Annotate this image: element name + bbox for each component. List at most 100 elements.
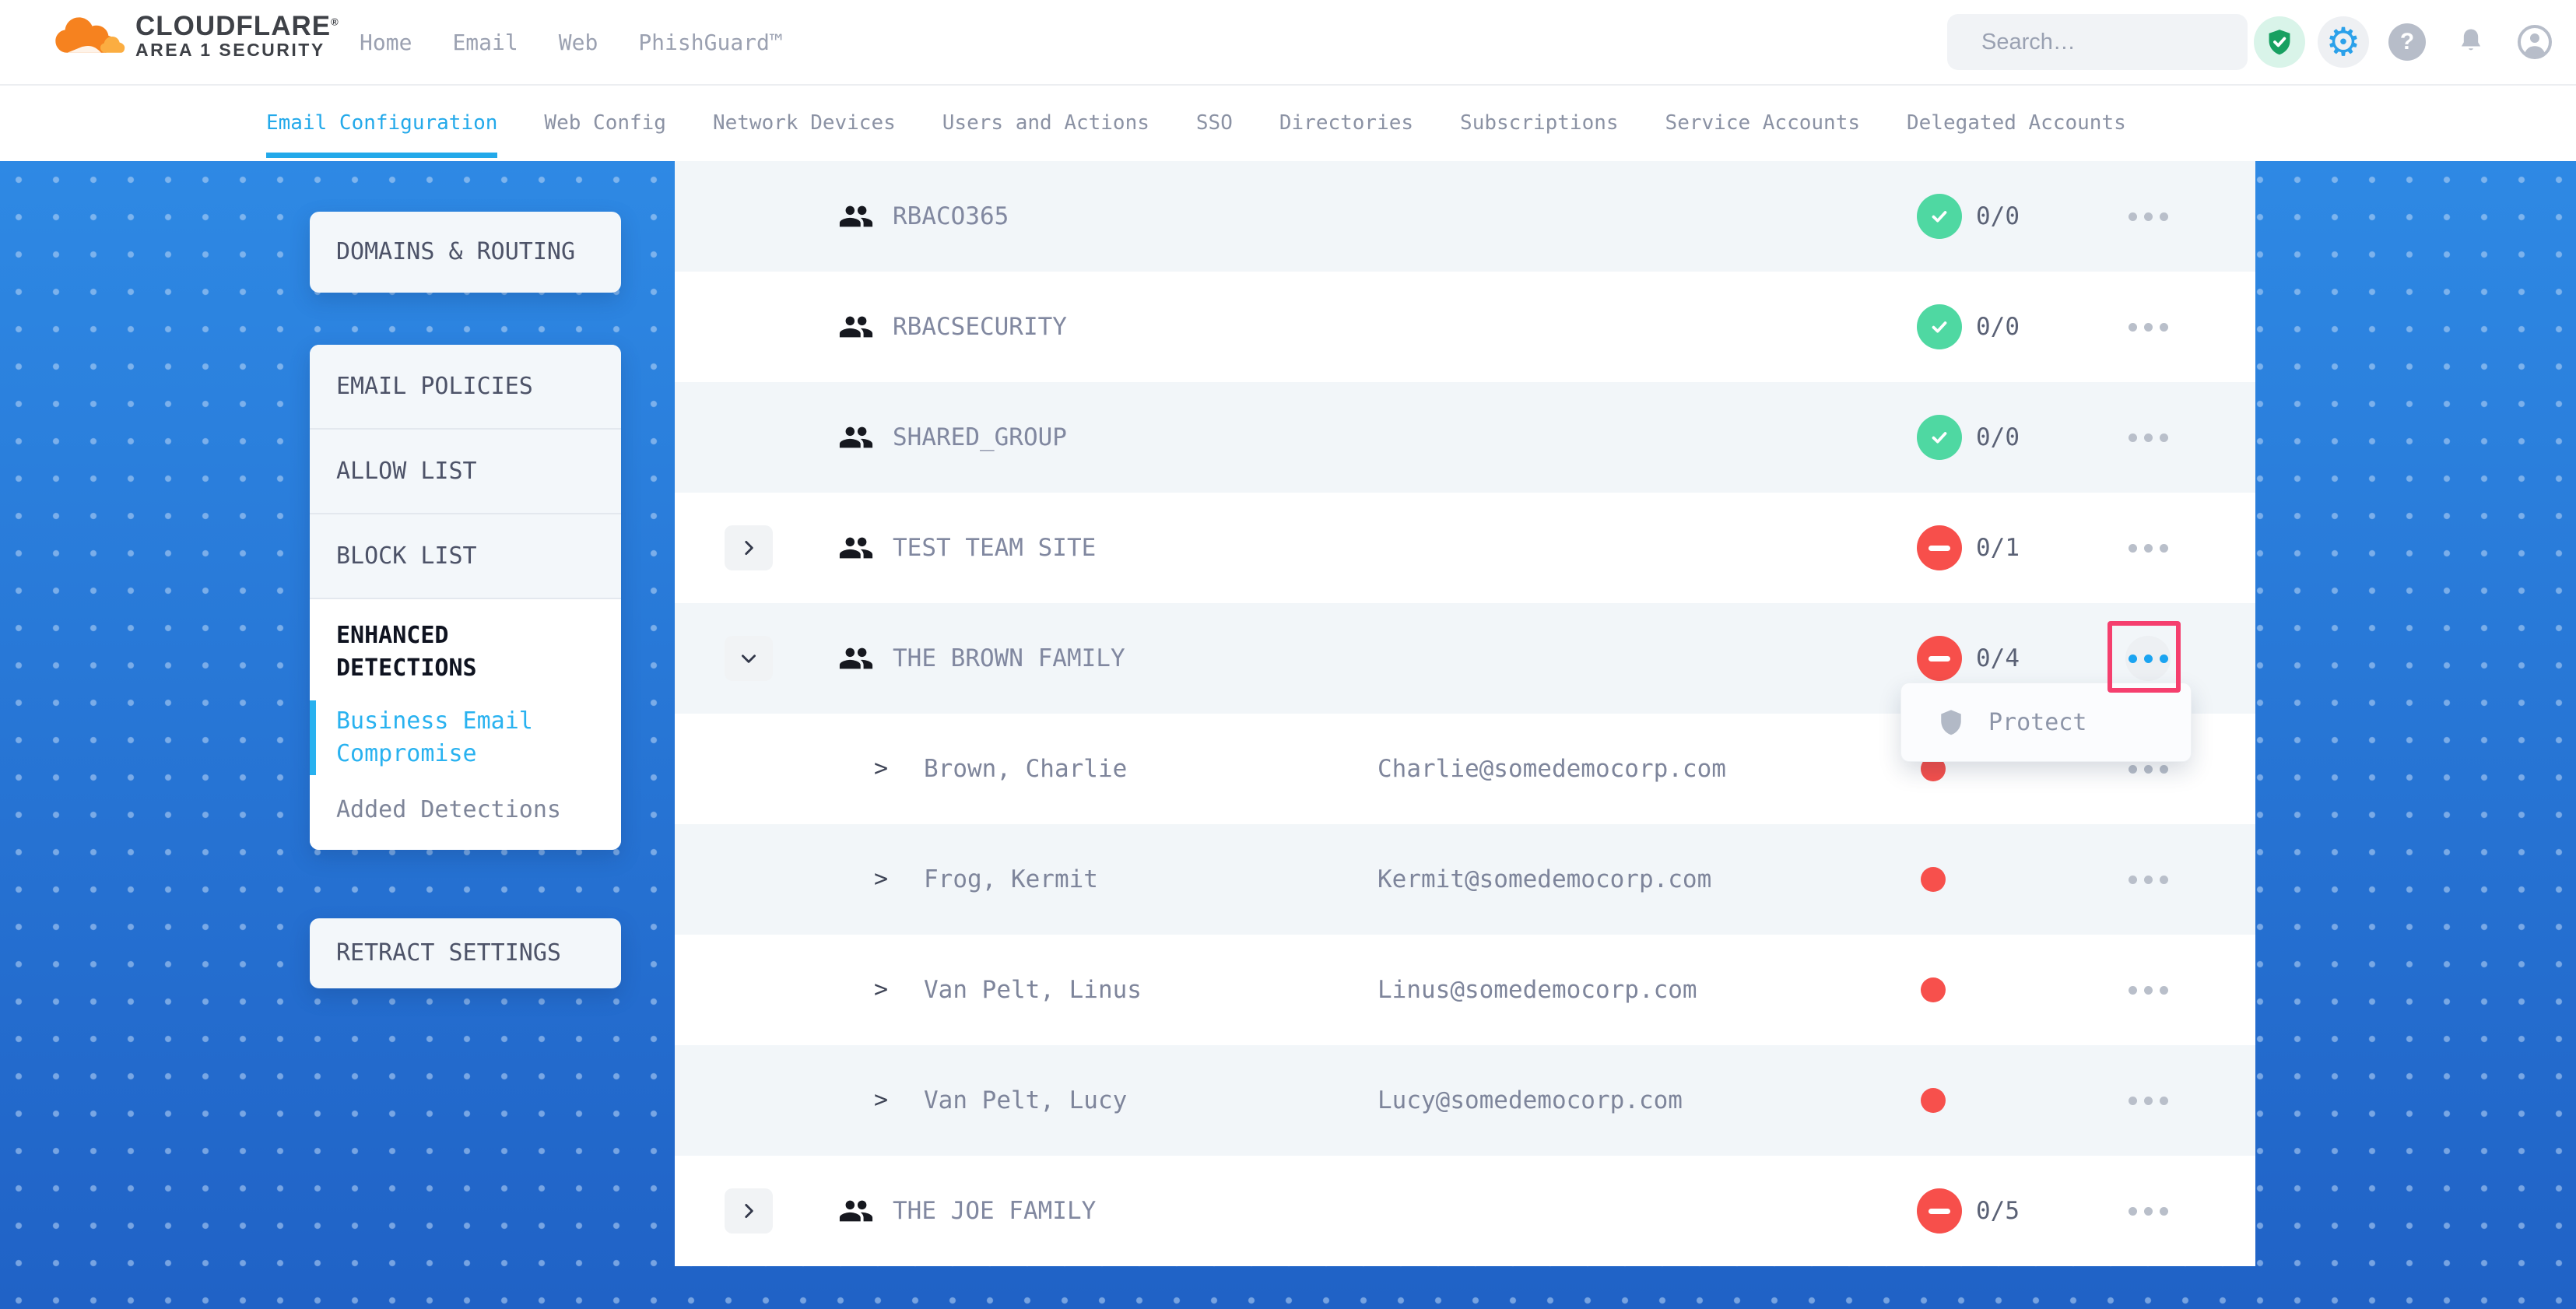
row-menu-button[interactable] (2101, 1077, 2195, 1124)
row-menu-button[interactable] (2101, 1188, 2195, 1234)
status-dot-unprotected (1921, 977, 1946, 1002)
row-menu-button[interactable] (2101, 856, 2195, 903)
shield-icon (1937, 708, 1965, 736)
status-badge-protected (1917, 194, 1962, 239)
status-badge-protected (1917, 304, 1962, 349)
bell-icon (2454, 25, 2488, 59)
context-menu-item-protect[interactable]: Protect (1988, 709, 2086, 736)
tab-delegated-accounts[interactable]: Delegated Accounts (1907, 111, 2126, 135)
expand-button-chevron-right-icon[interactable] (725, 1188, 773, 1234)
tab-web-config[interactable]: Web Config (544, 111, 666, 135)
status-badge-unprotected (1917, 525, 1962, 570)
member-name: Van Pelt, Lucy (924, 1045, 1127, 1156)
sidebar-item-business-email-compromise[interactable]: Business Email Compromise (310, 700, 621, 775)
table-row-member: > Van Pelt, Lucy Lucy@somedemocorp.com (675, 1045, 2255, 1156)
nav-email[interactable]: Email (452, 30, 518, 55)
header-icons: ⚙ ? (2252, 0, 2562, 84)
group-name: RBACO365 (893, 161, 1009, 272)
group-icon (838, 198, 874, 237)
tab-users-and-actions[interactable]: Users and Actions (942, 111, 1149, 135)
sidebar-item-email-policies[interactable]: EMAIL POLICIES (310, 345, 621, 430)
member-chevron-icon[interactable]: > (874, 714, 888, 824)
sidebar-item-added-detections[interactable]: Added Detections (310, 794, 621, 826)
group-icon (838, 530, 874, 569)
table-row-group: TEST TEAM SITE 0/1 (675, 493, 2255, 603)
nav-home[interactable]: Home (360, 30, 412, 55)
search-box[interactable] (1947, 14, 2248, 70)
member-email: Kermit@somedemocorp.com (1377, 824, 1711, 935)
shield-check-icon (2254, 16, 2305, 68)
group-name: THE BROWN FAMILY (893, 603, 1125, 714)
row-menu-button[interactable] (2101, 304, 2195, 350)
tab-service-accounts[interactable]: Service Accounts (1665, 111, 1860, 135)
status-dot-unprotected (1921, 867, 1946, 892)
brand-name: CLOUDFLARE® (135, 12, 339, 41)
cloudflare-logo: CLOUDFLARE® AREA 1 SECURITY (47, 9, 339, 62)
table-row-group: THE JOE FAMILY 0/5 (675, 1156, 2255, 1266)
table-row-member: > Frog, Kermit Kermit@somedemocorp.com (675, 824, 2255, 935)
account-button[interactable] (2508, 23, 2562, 61)
member-name: Brown, Charlie (924, 714, 1127, 824)
member-chevron-icon[interactable]: > (874, 935, 888, 1045)
table-row-group: RBACSECURITY 0/0 (675, 272, 2255, 382)
member-chevron-icon[interactable]: > (874, 1045, 888, 1156)
member-email: Lucy@somedemocorp.com (1377, 1045, 1683, 1156)
tab-network-devices[interactable]: Network Devices (713, 111, 896, 135)
search-input[interactable] (1980, 29, 2276, 56)
group-name: THE JOE FAMILY (893, 1156, 1096, 1266)
table-row-group: SHARED_GROUP 0/0 (675, 382, 2255, 493)
cloudflare-cloud-icon (47, 9, 128, 62)
row-menu-button[interactable] (2101, 414, 2195, 461)
sidebar-section-enhanced-detections: ENHANCED DETECTIONS Business Email Compr… (310, 599, 621, 850)
table-row-member: > Van Pelt, Linus Linus@somedemocorp.com (675, 935, 2255, 1045)
tab-sso[interactable]: SSO (1196, 111, 1233, 135)
group-icon (838, 640, 874, 679)
row-menu-button[interactable] (2101, 525, 2195, 571)
expand-button-chevron-right-icon[interactable] (725, 525, 773, 570)
member-name: Van Pelt, Linus (924, 935, 1142, 1045)
group-icon (838, 309, 874, 348)
protection-status-button[interactable] (2252, 16, 2307, 68)
nav-phishguard[interactable]: PhishGuard™ (638, 30, 782, 55)
status-badge-protected (1917, 415, 1962, 460)
help-icon: ? (2388, 23, 2426, 61)
member-email: Charlie@somedemocorp.com (1377, 714, 1726, 824)
member-chevron-icon[interactable]: > (874, 824, 888, 935)
notifications-button[interactable] (2444, 25, 2498, 59)
sidebar-item-allow-list[interactable]: ALLOW LIST (310, 430, 621, 514)
help-button[interactable]: ? (2380, 23, 2434, 61)
row-menu-button[interactable] (2101, 967, 2195, 1013)
protection-count: 0/0 (1976, 382, 2020, 493)
tab-email-configuration[interactable]: Email Configuration (266, 111, 497, 135)
config-tab-bar: Email Configuration Web Config Network D… (0, 84, 2576, 161)
tab-directories[interactable]: Directories (1279, 111, 1413, 135)
protection-count: 0/1 (1976, 493, 2020, 603)
member-email: Linus@somedemocorp.com (1377, 935, 1697, 1045)
group-name: SHARED_GROUP (893, 382, 1067, 493)
app-header: CLOUDFLARE® AREA 1 SECURITY Home Email W… (0, 0, 2576, 86)
sidebar-policies-card: EMAIL POLICIES ALLOW LIST BLOCK LIST ENH… (310, 345, 621, 850)
status-dot-unprotected (1921, 1088, 1946, 1113)
sidebar-item-block-list[interactable]: BLOCK LIST (310, 514, 621, 599)
brand-subtitle: AREA 1 SECURITY (135, 40, 339, 59)
sidebar-item-retract-settings[interactable]: RETRACT SETTINGS (310, 918, 621, 988)
sidebar-item-domains-routing[interactable]: DOMAINS & ROUTING (310, 212, 621, 293)
row-menu-button[interactable] (2101, 193, 2195, 240)
group-name: RBACSECURITY (893, 272, 1067, 382)
table-row-group: RBACO365 0/0 (675, 161, 2255, 272)
protection-count: 0/0 (1976, 161, 2020, 272)
nav-web[interactable]: Web (559, 30, 598, 55)
highlight-annotation-box (2107, 621, 2181, 693)
status-badge-unprotected (1917, 636, 1962, 681)
protection-count: 0/0 (1976, 272, 2020, 382)
gear-icon: ⚙ (2318, 16, 2369, 68)
enhanced-detections-title[interactable]: ENHANCED DETECTIONS (310, 613, 621, 685)
group-icon (838, 419, 874, 458)
row-context-menu: Protect (1901, 683, 2191, 761)
settings-button[interactable]: ⚙ (2316, 16, 2371, 68)
group-icon (838, 1193, 874, 1232)
group-name: TEST TEAM SITE (893, 493, 1096, 603)
avatar-icon (2516, 23, 2553, 61)
tab-subscriptions[interactable]: Subscriptions (1460, 111, 1619, 135)
collapse-button-chevron-down-icon[interactable] (725, 636, 773, 681)
